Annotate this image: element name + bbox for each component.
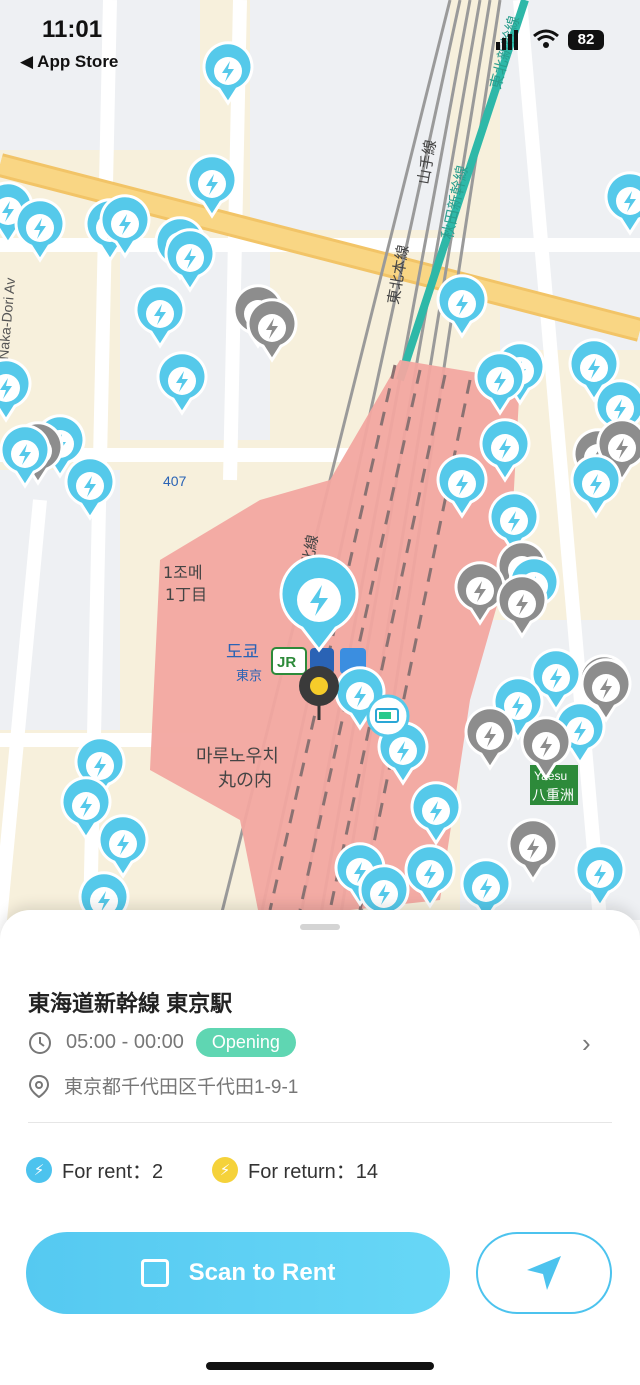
charging-station-pin[interactable] xyxy=(164,228,216,293)
charging-station-pin[interactable] xyxy=(14,198,66,263)
charging-station-pin[interactable] xyxy=(64,456,116,521)
charging-station-pin[interactable] xyxy=(436,454,488,519)
unavailable-station-pin[interactable] xyxy=(454,561,506,626)
map-view[interactable]: 407 1조메 1丁目 도쿄 東京 마루노우치 丸の内 Yaesu 八重洲 東北… xyxy=(0,0,640,920)
navigate-button[interactable] xyxy=(476,1232,612,1314)
charging-station-pin[interactable] xyxy=(404,844,456,909)
return-stat: ⚡ For return：14 xyxy=(212,1155,378,1184)
status-time: 11:01 xyxy=(42,16,103,43)
scan-icon xyxy=(140,1259,169,1287)
user-location-marker xyxy=(299,666,339,720)
station-sheet[interactable]: 東海道新幹線 東京駅 05:00 - 00:00 Opening › 東京都千代… xyxy=(0,910,640,1385)
status-bar: 11:01 ◀ App Store 82 xyxy=(0,0,640,80)
rent-count: For rent：2 xyxy=(62,1161,164,1183)
charging-station-pin[interactable] xyxy=(479,418,531,483)
charging-station-pin[interactable] xyxy=(574,844,626,909)
unavailable-station-pin[interactable] xyxy=(507,818,559,883)
scan-label: Scan to Rent xyxy=(188,1259,336,1286)
home-indicator xyxy=(206,1362,434,1370)
unavailable-station-pin[interactable] xyxy=(246,298,298,363)
clock-icon xyxy=(29,1031,51,1054)
bolt-return-icon: ⚡ xyxy=(212,1156,238,1183)
hours-row: 05:00 - 00:00 Opening xyxy=(28,1028,296,1057)
navigation-arrow-icon xyxy=(527,1256,561,1290)
station-name: 東海道新幹線 東京駅 xyxy=(28,991,233,1016)
chevron-right-icon[interactable]: › xyxy=(582,1028,591,1059)
charging-station-pin[interactable] xyxy=(474,351,526,416)
charging-station-pin[interactable] xyxy=(97,814,149,879)
pins-layer[interactable] xyxy=(0,0,640,920)
address-row: 東京都千代田区千代田1-9-1 xyxy=(28,1072,298,1099)
return-count: For return：14 xyxy=(248,1161,379,1183)
charging-station-pin[interactable] xyxy=(134,284,186,349)
station-hours: 05:00 - 00:00 xyxy=(66,1031,184,1053)
battery-station-pin[interactable] xyxy=(366,694,410,738)
charging-station-pin[interactable] xyxy=(604,171,640,236)
charging-station-pin[interactable] xyxy=(570,454,622,519)
charging-station-pin[interactable] xyxy=(186,154,238,219)
divider xyxy=(28,1122,612,1123)
scan-to-rent-button[interactable]: Scan to Rent xyxy=(26,1232,450,1314)
selected-station-pin[interactable] xyxy=(279,554,359,653)
unavailable-station-pin[interactable] xyxy=(464,706,516,771)
status-badge: Opening xyxy=(195,1028,296,1057)
battery-indicator: 82 xyxy=(568,30,604,50)
charging-station-pin[interactable] xyxy=(0,358,32,423)
charging-station-pin[interactable] xyxy=(156,351,208,416)
bolt-icon: ⚡ xyxy=(26,1156,52,1183)
station-address: 東京都千代田区千代田1-9-1 xyxy=(64,1077,299,1098)
wifi-icon xyxy=(533,29,559,48)
unavailable-station-pin[interactable] xyxy=(496,574,548,639)
back-to-app-store[interactable]: ◀ App Store xyxy=(20,52,118,72)
rent-stat: ⚡ For rent：2 xyxy=(26,1155,163,1184)
charging-station-pin[interactable] xyxy=(410,781,462,846)
signal-icon xyxy=(496,30,518,50)
sheet-handle[interactable] xyxy=(300,924,340,930)
location-pin-icon xyxy=(28,1074,50,1098)
unavailable-station-pin[interactable] xyxy=(520,716,572,781)
charging-station-pin[interactable] xyxy=(436,274,488,339)
